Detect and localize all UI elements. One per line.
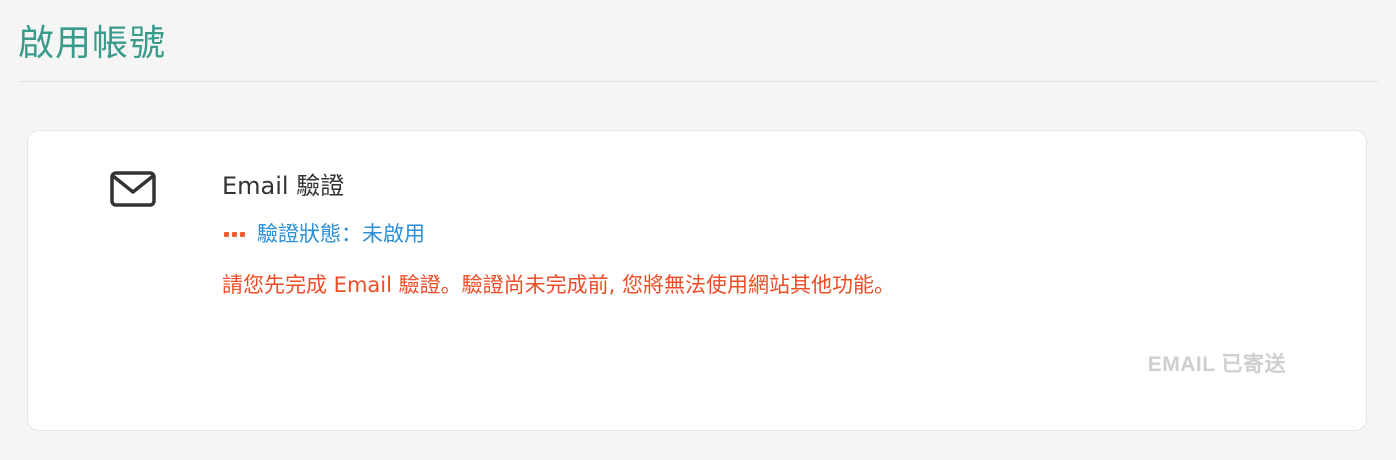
- email-verification-card: Email 驗證 驗證狀態：未啟用 請您先完成 Email 驗證。驗證尚未完成前…: [27, 130, 1367, 431]
- page-header: 啟用帳號: [18, 0, 1378, 82]
- page-title: 啟用帳號: [18, 23, 167, 64]
- email-verification-title: Email 驗證: [222, 172, 345, 200]
- status-dots-icon: [224, 231, 245, 237]
- status-text: 驗證狀態：未啟用: [257, 222, 425, 246]
- verification-status: 驗證狀態：未啟用: [224, 220, 425, 248]
- email-sent-button[interactable]: EMAIL 已寄送: [1148, 349, 1286, 381]
- envelope-icon: [110, 171, 156, 207]
- verification-warning: 請您先完成 Email 驗證。驗證尚未完成前, 您將無法使用網站其他功能。: [222, 273, 895, 297]
